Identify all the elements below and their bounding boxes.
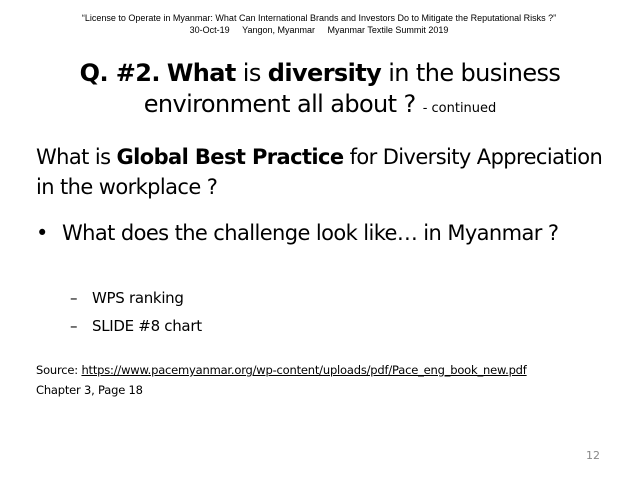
header-line-meta: 30-Oct-19 Yangon, Myanmar Myanmar Textil… [0,24,638,36]
source-link[interactable]: https://www.pacemyanmar.org/wp-content/u… [81,363,526,377]
title-diversity: diversity [267,59,382,87]
body-what-is: What is [36,145,111,169]
header-date: 30-Oct-19 [189,25,230,35]
source-block: Source: https://www.pacemyanmar.org/wp-c… [36,360,527,400]
slide-header: “License to Operate in Myanmar: What Can… [0,12,638,36]
bullet-item: • What does the challenge look like… in … [36,218,596,248]
title-what: What [166,59,236,87]
sub-item-slide8: – SLIDE #8 chart [70,316,202,336]
header-line-title: “License to Operate in Myanmar: What Can… [81,13,557,23]
title-question-number: Q. #2. [79,59,161,87]
header-location: Yangon, Myanmar [242,25,315,35]
title-rest: in the business [388,59,561,87]
header-event: Myanmar Textile Summit 2019 [327,25,449,35]
body-paragraph: What is Global Best Practice for Diversi… [36,142,616,202]
sub-item-dash: – [70,317,78,335]
title-line2: environment all about ? [143,90,417,118]
bullet-dot: • [36,221,48,245]
sub-item-text: SLIDE #8 chart [92,317,202,335]
source-chapter: Chapter 3, Page 18 [36,383,143,397]
sub-item-text: WPS ranking [92,289,184,307]
body-global-best-practice: Global Best Practice [116,145,345,169]
title-is: is [242,59,262,87]
slide-title: Q. #2. What is diversity in the business… [60,58,580,124]
source-label: Source: [36,363,78,377]
slide: “License to Operate in Myanmar: What Can… [0,0,638,479]
sub-item-dash: – [70,289,78,307]
sub-item-wps: – WPS ranking [70,288,184,308]
page-number: 12 [586,449,600,462]
title-suffix: - continued [422,101,497,116]
bullet-text: What does the challenge look like… in My… [62,221,559,245]
